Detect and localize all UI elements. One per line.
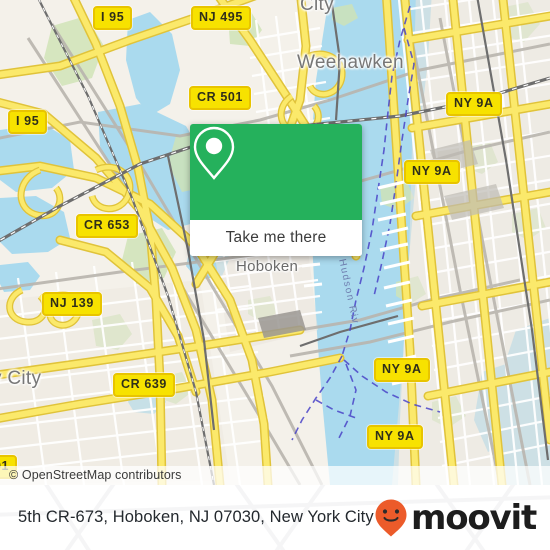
map-screenshot: City Weehawken Hoboken y City Hudson Riv… [0, 0, 550, 550]
place-label: Hoboken [236, 258, 299, 275]
map-canvas[interactable]: City Weehawken Hoboken y City Hudson Riv… [0, 0, 550, 485]
place-label: Weehawken [297, 52, 404, 73]
highway-shield: I 95 [93, 6, 133, 30]
place-label: City [300, 0, 334, 15]
highway-shield: CR 501 [189, 86, 251, 110]
popup-icon-area [190, 124, 362, 220]
moovit-wordmark: moovit [410, 497, 537, 538]
osm-attribution[interactable]: © OpenStreetMap contributors [9, 468, 182, 482]
highway-shield: NY 9A [404, 160, 460, 184]
highway-shield: CR 639 [113, 373, 175, 397]
take-me-there-label: Take me there [225, 229, 327, 246]
moovit-logo[interactable]: moovit [374, 485, 537, 550]
highway-shield: NJ 495 [191, 6, 251, 30]
moovit-pin-icon [375, 499, 407, 536]
highway-shield: NY 9A [367, 425, 423, 449]
place-label: y City [0, 368, 42, 389]
take-me-there-button[interactable]: Take me there [190, 220, 362, 256]
highway-shield: NJ 139 [42, 292, 102, 316]
highway-shield: I 95 [8, 110, 48, 134]
highway-shield: CR 653 [76, 214, 138, 238]
highway-shield: NY 9A [446, 92, 502, 116]
address-text: 5th CR-673, Hoboken, NJ 07030, New York … [18, 508, 374, 526]
footer-bar: 5th CR-673, Hoboken, NJ 07030, New York … [0, 485, 550, 550]
location-popup-card[interactable]: Take me there [190, 124, 362, 256]
map-pin-icon [193, 126, 235, 180]
highway-shield: NY 9A [374, 358, 430, 382]
